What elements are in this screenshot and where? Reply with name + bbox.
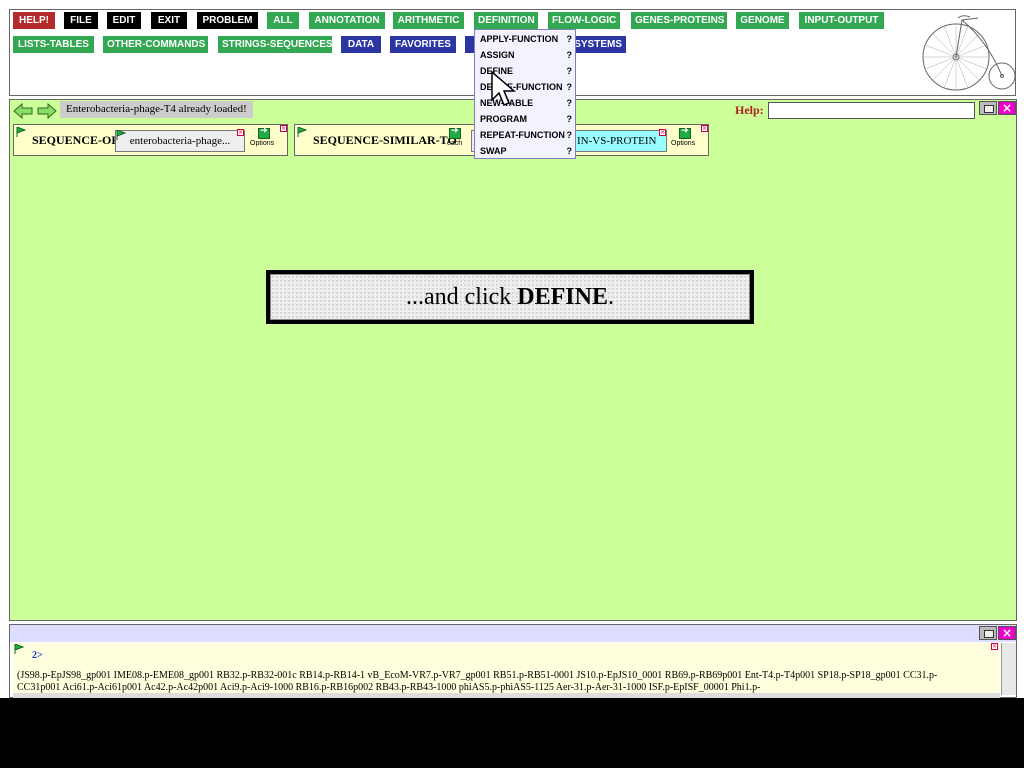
options-label[interactable]: Options [250, 140, 274, 147]
annotation-menu-button[interactable]: ANNOTATION [309, 12, 385, 29]
input-output-menu-button[interactable]: INPUT-OUTPUT [799, 12, 884, 29]
dropdown-item-define[interactable]: DEFINE? [480, 63, 575, 79]
all-menu-button[interactable]: ALL [267, 12, 299, 29]
close-console-button[interactable]: × [998, 626, 1016, 640]
flow-logic-menu-button[interactable]: FLOW-LOGIC [548, 12, 620, 29]
clear-console-icon[interactable]: × [991, 643, 998, 650]
function-title: SEQUENCE-SIMILAR-TO [313, 133, 457, 147]
help-search-label: Help: [735, 103, 764, 117]
run-flag-icon[interactable] [16, 127, 26, 137]
dropdown-item-repeat-function[interactable]: REPEAT-FUNCTION? [480, 127, 575, 143]
genome-menu-button[interactable]: GENOME [736, 12, 789, 29]
dropdown-item-new-table[interactable]: NEW-TABLE? [480, 95, 575, 111]
help-question-icon[interactable]: ? [567, 47, 573, 63]
minimize-workspace-button[interactable] [979, 101, 997, 115]
run-flag-icon[interactable] [116, 130, 126, 140]
sequence-of-argument-field[interactable]: enterobacteria-phage... [115, 130, 245, 152]
minimize-console-button[interactable] [979, 626, 997, 640]
clear-argument-icon[interactable]: × [237, 129, 244, 136]
penny-farthing-logo-icon [922, 15, 1016, 91]
help-question-icon[interactable]: ? [567, 111, 573, 127]
help-question-icon[interactable]: ? [567, 143, 573, 159]
back-arrow-icon[interactable] [13, 103, 33, 119]
help-question-icon[interactable]: ? [567, 127, 573, 143]
file-menu-button[interactable]: FILE [64, 12, 98, 29]
console-vertical-scrollbar[interactable] [1001, 643, 1016, 695]
options-arrow-icon[interactable] [258, 126, 270, 139]
instruction-banner: ...and click DEFINE. [266, 270, 754, 324]
run-flag-icon[interactable] [14, 644, 24, 654]
exit-menu-button[interactable]: EXIT [151, 12, 187, 29]
clear-argument-icon[interactable]: × [659, 129, 666, 136]
options-label[interactable]: Options [671, 140, 695, 147]
definition-menu-button[interactable]: DEFINITION [474, 12, 538, 29]
systems-menu-button[interactable]: SYSTEMS [568, 36, 626, 53]
strings-sequences-menu-button[interactable]: STRINGS-SEQUENCES [218, 36, 333, 53]
dropdown-item-swap[interactable]: SWAP? [480, 143, 575, 159]
instruction-text: ...and click DEFINE. [270, 274, 750, 320]
help-question-icon[interactable]: ? [567, 79, 573, 95]
close-box-icon[interactable]: × [280, 125, 287, 132]
options-arrow-icon[interactable] [679, 126, 691, 139]
console-titlebar [10, 625, 1016, 642]
close-box-icon[interactable]: × [701, 125, 708, 132]
protein-argument-field[interactable]: IN-VS-PROTEIN [573, 130, 667, 152]
favorites-menu-button[interactable]: FAVORITES [390, 36, 456, 53]
sequence-of-function-box[interactable]: SEQUENCE-OF enterobacteria-phage... × × … [13, 124, 288, 156]
help-question-icon[interactable]: ? [567, 63, 573, 79]
close-workspace-button[interactable]: × [998, 101, 1016, 115]
dropdown-item-apply-function[interactable]: APPLY-FUNCTION? [480, 31, 575, 47]
genes-proteins-menu-button[interactable]: GENES-PROTEINS [631, 12, 727, 29]
dropdown-item-program[interactable]: PROGRAM? [480, 111, 575, 127]
help-search-input[interactable] [768, 102, 975, 119]
other-commands-menu-button[interactable]: OTHER-COMMANDS [103, 36, 208, 53]
edit-menu-button[interactable]: EDIT [107, 12, 141, 29]
help-button[interactable]: HELP! [13, 12, 55, 29]
each-label[interactable]: each [447, 140, 462, 147]
forward-arrow-icon[interactable] [37, 103, 57, 119]
run-flag-icon[interactable] [297, 127, 307, 137]
dropdown-item-define-function[interactable]: DEFINE-FUNCTION? [480, 79, 575, 95]
lists-tables-menu-button[interactable]: LISTS-TABLES [13, 36, 94, 53]
function-title: SEQUENCE-OF [32, 133, 119, 147]
help-question-icon[interactable]: ? [567, 95, 573, 111]
definition-dropdown-menu: APPLY-FUNCTION? ASSIGN? DEFINE? DEFINE-F… [474, 29, 576, 159]
help-question-icon[interactable]: ? [567, 31, 573, 47]
data-menu-button[interactable]: DATA [341, 36, 381, 53]
dropdown-item-assign[interactable]: ASSIGN? [480, 47, 575, 63]
each-arrow-icon[interactable] [449, 126, 461, 139]
problem-menu-button[interactable]: PROBLEM [197, 12, 258, 29]
workspace-canvas [9, 99, 1017, 621]
status-message: Enterobacteria-phage-T4 already loaded! [60, 101, 253, 118]
arithmetic-menu-button[interactable]: ARITHMETIC [393, 12, 464, 29]
console-prompt: 2> [32, 650, 43, 661]
screen-bottom-area [0, 698, 1024, 768]
